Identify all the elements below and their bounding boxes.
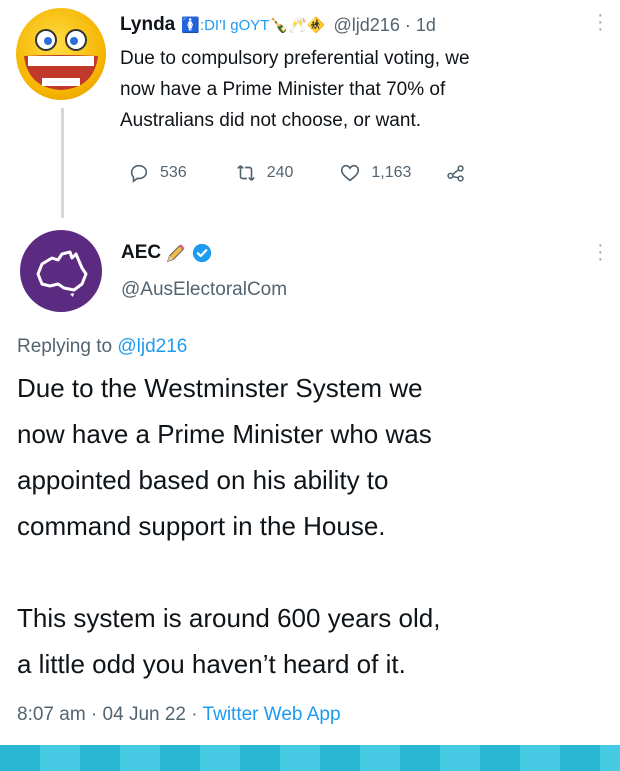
like-icon	[341, 164, 360, 182]
more-icon[interactable]: · · ·	[597, 235, 604, 269]
tweet2-line: a little odd you haven’t heard of it.	[17, 649, 406, 679]
like-button[interactable]: 1,163	[339, 162, 411, 184]
tweet1-line: now have a Prime Minister that 70% of	[120, 79, 446, 100]
tweet2-line: This system is around 600 years old,	[17, 603, 441, 633]
thread-line	[61, 108, 64, 218]
tweet2-header: AEC	[121, 238, 213, 268]
tweet2-blank-line	[17, 549, 612, 595]
handle-and-time[interactable]: @ljd216 · 1d	[334, 15, 436, 36]
tweet2-meta: 8:07 am · 04 Jun 22 · Twitter Web App	[17, 704, 341, 726]
bottom-decorative-strip	[0, 745, 620, 771]
laughing-emoji-icon	[24, 29, 98, 90]
reply-icon	[130, 164, 148, 183]
tweet1-text: Due to compulsory preferential voting, w…	[120, 43, 600, 136]
retweet-icon	[236, 165, 255, 181]
pencil-icon	[167, 244, 185, 262]
tweet1-line: Australians did not choose, or want.	[120, 110, 422, 131]
verified-badge-icon	[192, 243, 212, 263]
avatar-aec[interactable]	[20, 230, 102, 312]
tweet1-line: Due to compulsory preferential voting, w…	[120, 48, 470, 69]
tweet2-line: now have a Prime Minister who was	[17, 419, 432, 449]
author-name-decoration: 🚺:DI'I gOYT🍾🥂🚸	[181, 17, 326, 34]
source-link[interactable]: Twitter Web App	[203, 704, 341, 725]
share-icon	[447, 165, 465, 182]
author-name[interactable]: Lynda	[120, 14, 175, 36]
timestamp[interactable]: 8:07 am · 04 Jun 22 ·	[17, 704, 198, 725]
replying-to-label: Replying to	[17, 336, 113, 357]
replying-to: Replying to @ljd216	[17, 336, 187, 358]
avatar-lynda[interactable]	[16, 8, 106, 100]
like-count: 1,163	[371, 164, 412, 181]
retweet-count: 240	[266, 164, 294, 181]
reply-button[interactable]: 536	[128, 162, 187, 184]
tweet1-actions: 536 240 1,163	[128, 160, 548, 186]
australia-map-icon	[36, 250, 88, 297]
retweet-button[interactable]: 240	[235, 162, 294, 184]
author-name[interactable]: AEC	[121, 242, 161, 264]
reply-count: 536	[160, 164, 187, 181]
tweet2-line: command support in the House.	[17, 511, 386, 541]
tweet1-header: Lynda 🚺:DI'I gOYT🍾🥂🚸 @ljd216 · 1d	[120, 10, 590, 40]
share-button[interactable]	[445, 162, 467, 184]
tweet2-line: appointed based on his ability to	[17, 465, 389, 495]
more-icon[interactable]: · · ·	[597, 5, 604, 39]
replying-to-handle[interactable]: @ljd216	[117, 336, 187, 357]
tweet2-line: Due to the Westminster System we	[17, 373, 423, 403]
aec-handle[interactable]: @AusElectoralCom	[121, 279, 287, 301]
tweet2-text: Due to the Westminster System we now hav…	[17, 365, 612, 687]
